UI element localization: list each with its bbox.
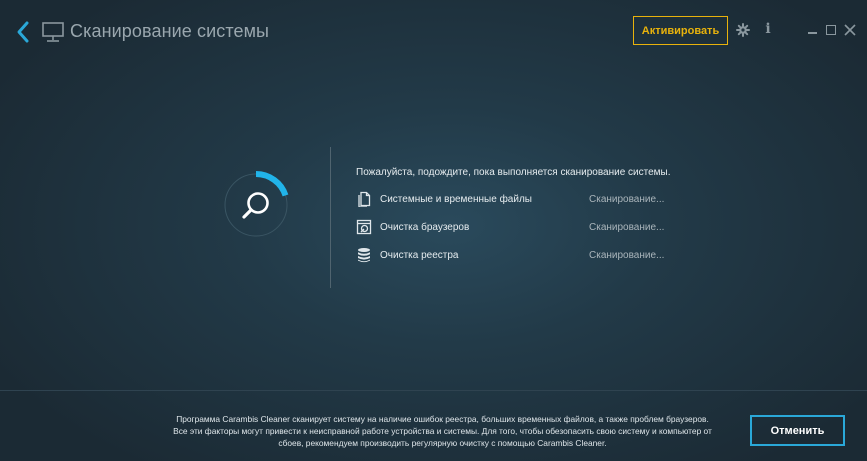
scan-item-status: Сканирование... (589, 250, 665, 261)
info-icon[interactable]: i (763, 21, 773, 37)
database-icon (356, 247, 372, 263)
scan-panel: Пожалуйста, подождите, пока выполняется … (356, 167, 676, 263)
scan-item-label: Очистка браузеров (380, 222, 470, 233)
scan-message: Пожалуйста, подождите, пока выполняется … (356, 167, 671, 178)
app-window: Сканирование системы Активировать i Пожа… (0, 0, 867, 461)
scan-item-status: Сканирование... (589, 194, 665, 205)
search-icon (242, 192, 269, 219)
gear-icon[interactable] (736, 23, 750, 37)
footer-description: Программа Carambis Cleaner сканирует сис… (173, 414, 712, 448)
back-button[interactable] (14, 20, 34, 44)
scan-item-system-files: Системные и временные файлы Сканирование… (356, 191, 676, 209)
minimize-button[interactable] (808, 32, 817, 34)
scan-item-browsers: Очистка браузеров Сканирование... (356, 219, 676, 237)
footer-divider (0, 390, 867, 391)
scan-progress-spinner (220, 165, 300, 245)
file-icon (356, 191, 372, 208)
back-arrow-icon (17, 21, 29, 43)
scan-item-registry: Очистка реестра Сканирование... (356, 247, 676, 265)
scan-item-label: Системные и временные файлы (380, 194, 532, 205)
close-button[interactable] (843, 23, 857, 37)
close-icon (844, 24, 856, 36)
maximize-button[interactable] (826, 25, 836, 35)
monitor-icon (42, 22, 64, 42)
scan-item-label: Очистка реестра (380, 250, 459, 261)
vertical-divider (330, 147, 331, 288)
browser-icon (356, 219, 372, 235)
progress-arc (255, 171, 289, 197)
activate-button[interactable]: Активировать (633, 16, 728, 45)
page-title: Сканирование системы (70, 21, 270, 41)
cancel-button[interactable]: Отменить (750, 415, 845, 446)
scan-item-status: Сканирование... (589, 222, 665, 233)
title-bar: Сканирование системы Активировать i (0, 0, 867, 64)
